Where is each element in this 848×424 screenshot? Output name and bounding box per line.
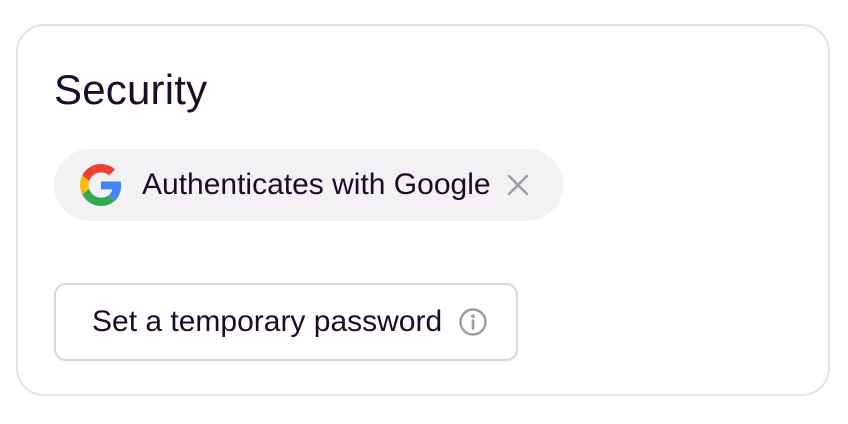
set-temporary-password-button[interactable]: Set a temporary password [54, 283, 519, 361]
close-icon[interactable] [505, 172, 531, 198]
set-temporary-password-label: Set a temporary password [92, 305, 443, 338]
info-icon[interactable] [458, 307, 488, 337]
auth-provider-chip: Authenticates with Google [54, 149, 563, 221]
security-card: Security Authenticates with Google Set a… [16, 24, 830, 396]
section-title: Security [54, 66, 208, 113]
auth-provider-label: Authenticates with Google [142, 168, 491, 201]
google-g-icon [80, 164, 122, 206]
